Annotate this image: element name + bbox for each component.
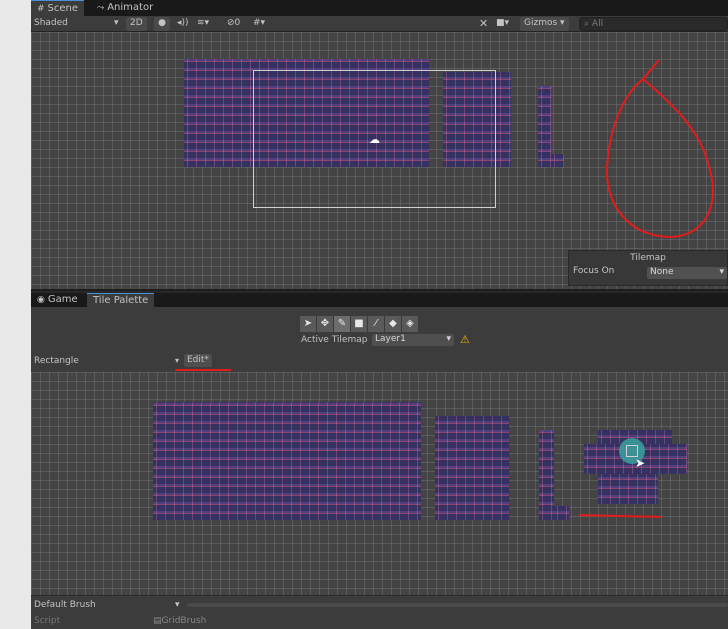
editor-window: # Scene ⤳ Animator Shaded ▾ 2D ● ◂)) ≋▾ ⊘0… [31, 0, 728, 629]
scene-tabbar: # Scene ⤳ Animator [31, 0, 728, 16]
scene-search-input[interactable]: ⌕ All [579, 17, 728, 31]
paint-brush-icon[interactable]: ✎ [334, 316, 351, 332]
palette-tile-block [153, 402, 421, 520]
palette-tile-block [539, 430, 554, 520]
script-icon: ▤ [153, 616, 162, 626]
hash-icon: # [37, 4, 45, 14]
red-circle-annotation [605, 59, 714, 239]
bottom-tabbar: ◉ Game Tile Palette [31, 293, 728, 307]
active-tilemap-dropdown[interactable]: Layer1 ▾ [372, 334, 454, 346]
left-gutter [0, 0, 31, 629]
audio-toggle-icon[interactable]: ◂)) [177, 16, 189, 32]
scene-toolbar: Shaded ▾ 2D ● ◂)) ≋▾ ⊘0 #▾ ✕ ■▾ Gizmos ▾… [31, 16, 728, 32]
gamepad-icon: ◉ [37, 295, 45, 305]
scene-viewport[interactable]: ☁ Tilemap Focus On None ▾ [31, 32, 728, 291]
brush-dropdown[interactable]: Default Brush [34, 600, 96, 610]
script-row: Script ▤GridBrush [31, 612, 728, 629]
red-underline-annotation [175, 369, 231, 371]
palette-tile-block [598, 474, 658, 504]
tilemap-overlay: Tilemap Focus On None ▾ [568, 250, 728, 286]
tab-game[interactable]: ◉ Game [31, 293, 84, 307]
brush-scrollbar[interactable] [187, 603, 728, 607]
tab-tile-palette[interactable]: Tile Palette [87, 293, 155, 307]
effects-icon[interactable]: ≋▾ [197, 16, 209, 32]
palette-tile-block [554, 506, 569, 520]
camera-icon: ☁ [369, 133, 380, 146]
tile-palette-panel: ➤ ✥ ✎ ■ ⁄ ◆ ◈ Active Tilemap Layer1 ▾ ⚠ … [31, 307, 728, 629]
gizmos-dropdown[interactable]: Gizmos ▾ [520, 17, 569, 31]
hidden-objects-icon[interactable]: ⊘0 [227, 16, 240, 32]
grid-toggle-icon[interactable]: #▾ [253, 16, 265, 32]
picker-icon[interactable]: ⁄ [368, 316, 385, 332]
select-tool-icon[interactable]: ➤ [300, 316, 317, 332]
chevron-down-icon: ▾ [114, 18, 119, 28]
palette-toolbar: ➤ ✥ ✎ ■ ⁄ ◆ ◈ [300, 316, 419, 332]
script-field: ▤GridBrush [153, 616, 207, 626]
focus-on-dropdown[interactable]: None ▾ [647, 267, 727, 279]
shading-mode-dropdown[interactable]: Shaded [34, 16, 68, 32]
fill-bucket-icon[interactable]: ◈ [402, 316, 419, 332]
palette-grid[interactable]: ➤ [31, 372, 728, 595]
box-fill-icon[interactable]: ■ [351, 316, 368, 332]
tilemap-block [538, 86, 551, 167]
palette-dropdown[interactable]: Rectangle [34, 356, 79, 366]
active-tilemap-label: Active Tilemap [301, 335, 368, 345]
animator-icon: ⤳ [97, 3, 105, 13]
camera-icon[interactable]: ■▾ [496, 16, 509, 32]
eye-slash-icon: ⊘ [227, 18, 235, 28]
eraser-icon[interactable]: ◆ [385, 316, 402, 332]
palette-tile-block [435, 416, 509, 520]
chevron-down-icon: ▾ [719, 267, 724, 277]
chevron-down-icon: ▾ [446, 334, 451, 344]
chevron-down-icon: ▾ [175, 356, 180, 365]
brush-row: Default Brush ▾ [31, 595, 728, 613]
tilemap-block [551, 154, 564, 167]
search-icon: ⌕ [584, 19, 590, 29]
red-underline-annotation [578, 514, 662, 518]
warning-icon: ⚠ [460, 333, 470, 346]
mouse-cursor-icon: ➤ [635, 456, 646, 470]
edit-palette-button[interactable]: Edit* [184, 354, 212, 367]
tools-icon[interactable]: ✕ [479, 16, 488, 32]
move-tool-icon[interactable]: ✥ [317, 316, 334, 332]
tilemap-overlay-title: Tilemap [630, 253, 666, 263]
tab-scene[interactable]: # Scene [31, 0, 85, 16]
focus-on-label: Focus On [573, 266, 615, 276]
tab-animator[interactable]: ⤳ Animator [91, 0, 159, 16]
2d-toggle-button[interactable]: 2D [126, 17, 147, 31]
lighting-toggle-icon[interactable]: ● [154, 17, 170, 31]
